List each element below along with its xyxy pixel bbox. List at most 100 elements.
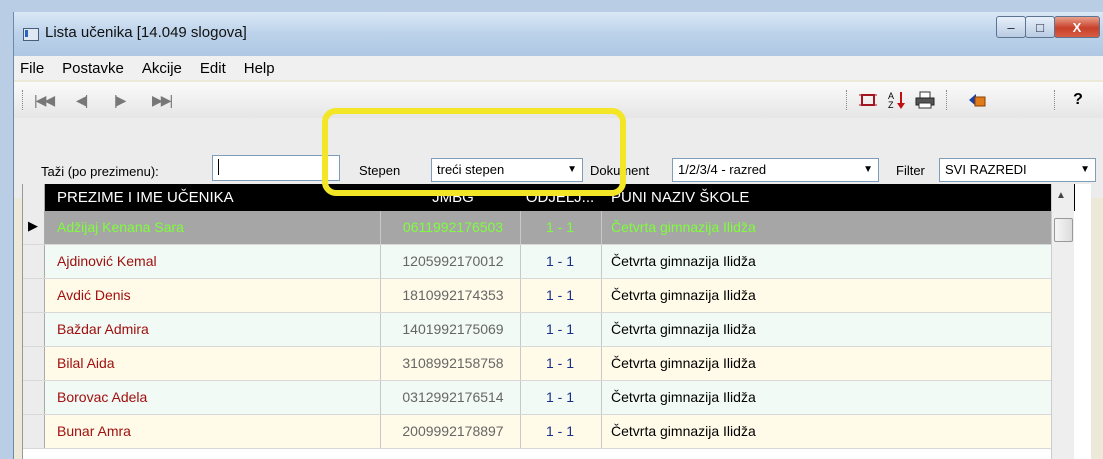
cell-name: Borovac Adela [57,389,148,405]
cell-skola: Četvrta gimnazija Ilidža [611,389,756,405]
window-title: Lista učenika [14.049 slogova] [45,24,247,41]
dokument-select[interactable]: 1/2/3/4 - razred ▼ [672,158,879,182]
cell-jmbg: 2009992178897 [402,423,504,439]
cell-odjeljenje: 1 - 1 [545,321,574,337]
title-bar[interactable]: Lista učenika [14.049 slogova] – □ X [14,12,1103,56]
vertical-scrollbar[interactable]: ▲ [1051,184,1074,459]
table-row[interactable]: Bilal Aida 3108992158758 1 - 1 Četvrta gimn… [23,347,1053,381]
svg-text:Z: Z [888,100,894,110]
row-indicator[interactable] [23,415,45,448]
menu-akcije[interactable]: Akcije [142,60,182,77]
cell-odjeljenje: 1 - 1 [545,355,574,371]
column-divider [601,245,602,278]
column-divider [380,347,381,380]
toolbar-grip-3[interactable] [946,90,949,110]
column-divider [520,245,521,278]
cell-jmbg: 1810992174353 [402,287,504,303]
chevron-down-icon: ▼ [1080,164,1090,175]
filter-select[interactable]: SVI RAZREDI ▼ [939,158,1096,182]
cell-name: Baždar Admira [57,321,149,337]
search-input[interactable] [212,155,340,181]
cell-jmbg: 1205992170012 [402,253,504,269]
cell-odjeljenje: 1 - 1 [545,389,574,405]
cell-jmbg: 3108992158758 [402,355,504,371]
column-divider [520,313,521,346]
highlight-annotation [322,108,626,196]
prev-record-icon[interactable]: ◀| [76,92,88,109]
column-divider [520,211,521,244]
toolbar-grip[interactable] [22,90,25,110]
column-divider [380,415,381,448]
export-icon[interactable] [966,90,988,110]
cell-jmbg: 0312992176514 [402,389,504,405]
text-caret [218,159,219,175]
column-divider [601,347,602,380]
table-row[interactable]: ▶ Adžijaj Kenana Sara 0611992176503 1 - 1 Če… [23,211,1053,245]
row-indicator[interactable] [23,279,45,312]
cell-skola: Četvrta gimnazija Ilidža [611,423,756,439]
cell-skola: Četvrta gimnazija Ilidža [611,253,756,269]
header-corner [23,184,45,211]
cell-skola: Četvrta gimnazija Ilidža [611,219,756,235]
menu-help[interactable]: Help [244,60,275,77]
col-header-name[interactable]: PREZIME I IME UČENIKA [57,184,357,211]
table-row[interactable]: Baždar Admira 1401992175069 1 - 1 Četvrta g… [23,313,1053,347]
column-divider [601,279,602,312]
app-icon [23,28,39,41]
maximize-button[interactable]: □ [1025,16,1055,38]
cell-name: Avdić Denis [57,287,131,303]
current-row-icon: ▶ [28,218,38,233]
next-record-icon[interactable]: |▶ [114,92,126,109]
column-divider [520,381,521,414]
window-controls: – □ X [996,16,1100,38]
column-divider [380,313,381,346]
students-table: PREZIME I IME UČENIKA JMBG ODJELJ... PUN… [22,184,1091,459]
column-divider [380,279,381,312]
column-divider [520,347,521,380]
cell-odjeljenje: 1 - 1 [545,219,574,235]
print-icon[interactable] [914,90,936,110]
cell-name: Bunar Amra [57,423,131,439]
table-row[interactable]: Ajdinović Kemal 1205992170012 1 - 1 Četvrta… [23,245,1053,279]
column-divider [601,381,602,414]
menu-postavke[interactable]: Postavke [62,60,124,77]
menu-file[interactable]: File [20,60,44,77]
scroll-thumb[interactable] [1054,218,1073,242]
cell-jmbg: 1401992175069 [402,321,504,337]
minimize-button[interactable]: – [996,16,1026,38]
menu-bar: File Postavke Akcije Edit Help [14,56,1103,80]
table-row[interactable]: Avdić Denis 1810992174353 1 - 1 Četvrta gim… [23,279,1053,313]
search-label: Taži (po prezimenu): [41,164,159,179]
cell-name: Ajdinović Kemal [57,253,157,269]
help-icon[interactable]: ? [1067,90,1089,110]
sort-az-icon[interactable]: AZ [886,90,908,110]
cell-skola: Četvrta gimnazija Ilidža [611,287,756,303]
table-row[interactable]: Bunar Amra 2009992178897 1 - 1 Četvrta gimn… [23,415,1053,449]
column-divider [380,245,381,278]
row-indicator[interactable] [23,381,45,414]
row-indicator[interactable] [23,313,45,346]
cell-skola: Četvrta gimnazija Ilidža [611,355,756,371]
row-indicator[interactable]: ▶ [23,211,45,244]
column-divider [520,415,521,448]
filter-label: Filter [896,163,925,178]
column-divider [601,415,602,448]
column-divider [601,211,602,244]
toolbar-grip-2[interactable] [846,90,849,110]
table-row[interactable]: Borovac Adela 0312992176514 1 - 1 Četvrta g… [23,381,1053,415]
column-divider [601,313,602,346]
toolbar-grip-4[interactable] [1054,90,1057,110]
column-divider [520,279,521,312]
select-area-icon[interactable] [857,90,879,110]
scroll-up-icon[interactable]: ▲ [1056,190,1066,201]
close-button[interactable]: X [1054,16,1100,38]
column-divider [380,381,381,414]
cell-skola: Četvrta gimnazija Ilidža [611,321,756,337]
row-indicator[interactable] [23,347,45,380]
menu-edit[interactable]: Edit [200,60,226,77]
cell-jmbg: 0611992176503 [402,219,504,235]
col-header-skola[interactable]: PUNI NAZIV ŠKOLE [611,184,911,211]
last-record-icon[interactable]: ▶▶| [152,92,173,109]
first-record-icon[interactable]: |◀◀ [34,92,55,109]
row-indicator[interactable] [23,245,45,278]
